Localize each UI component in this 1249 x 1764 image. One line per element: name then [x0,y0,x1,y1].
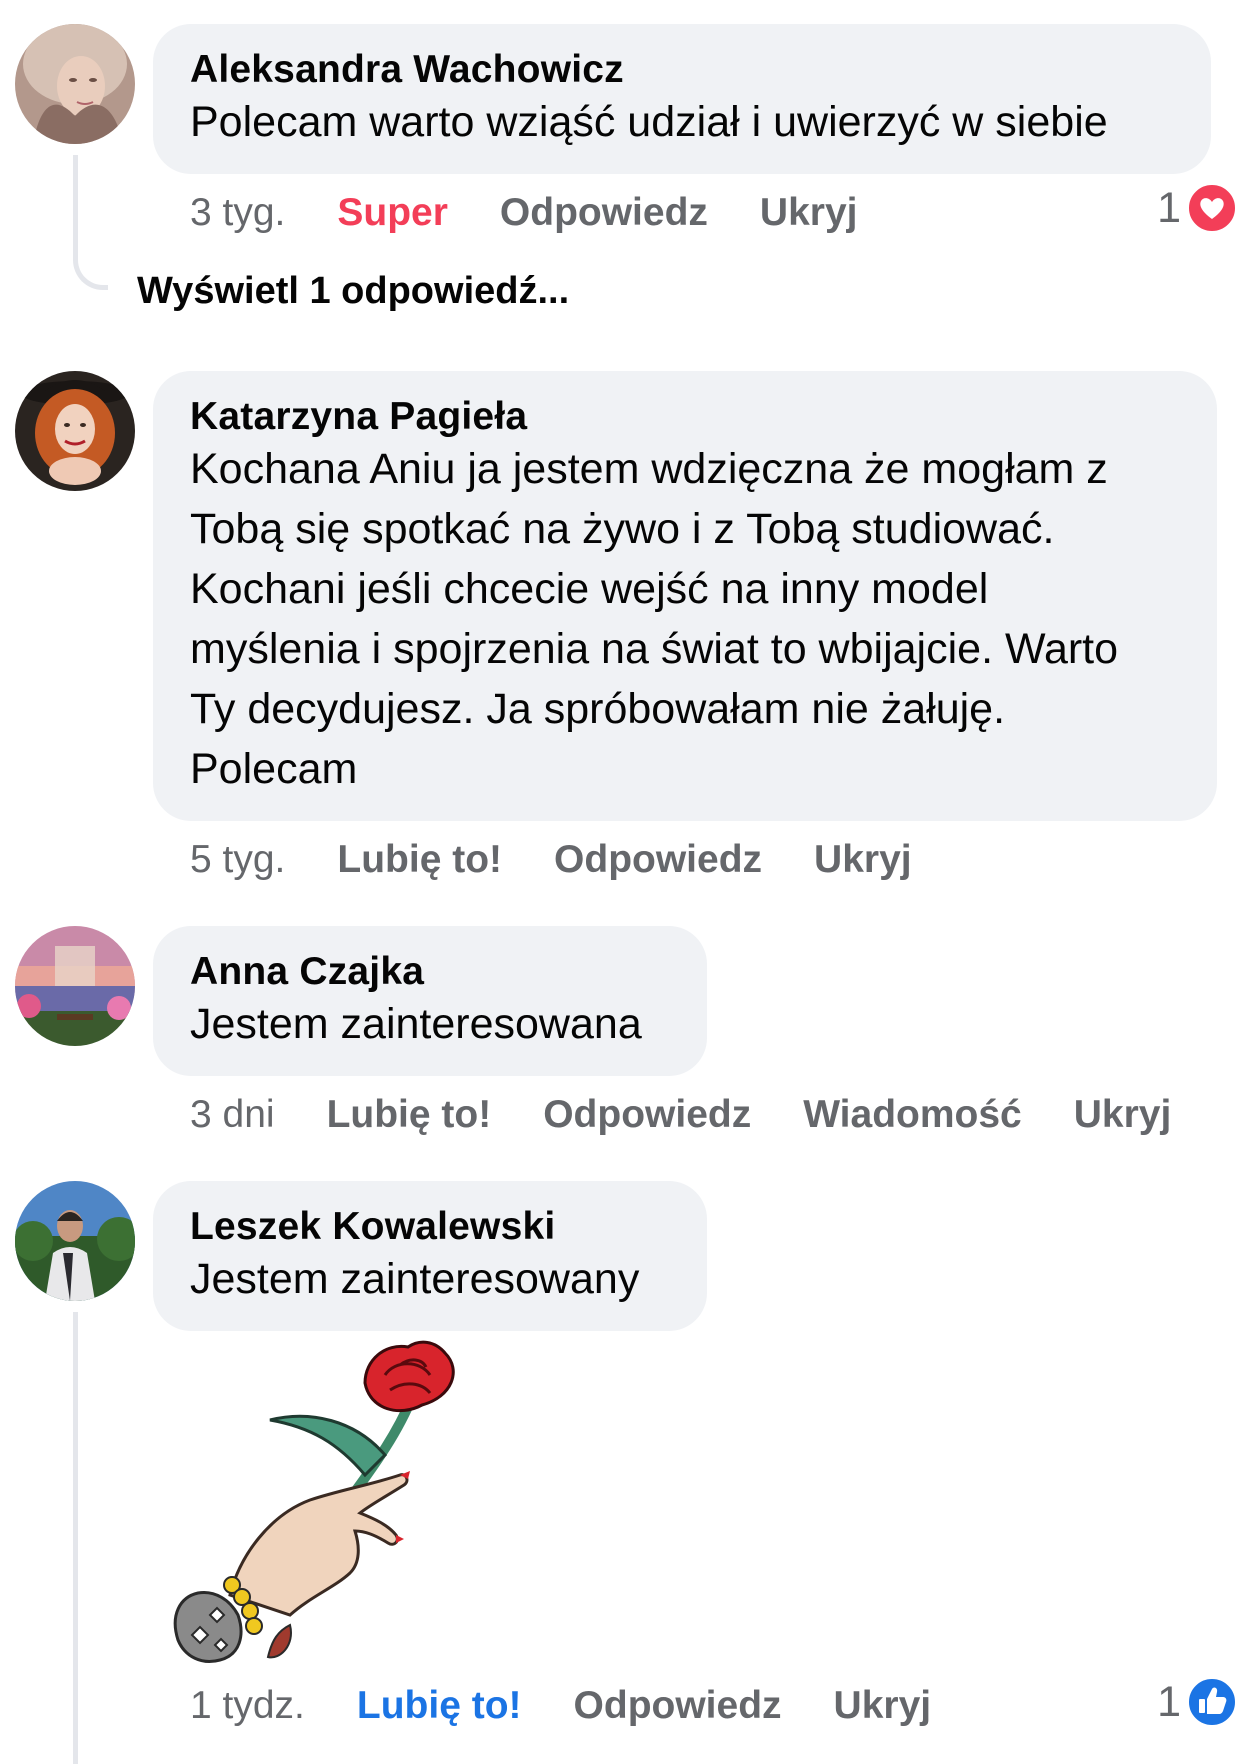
comment-author[interactable]: Anna Czajka [190,950,670,994]
avatar[interactable] [15,371,135,491]
comment-text: Polecam warto wziąść udział i uwierzyć w… [190,98,1108,146]
comment-timestamp[interactable]: 3 tyg. [190,191,285,235]
reaction-summary[interactable]: 1 [1157,180,1237,236]
thread-line [73,155,108,290]
hide-button[interactable]: Ukryj [1074,1093,1172,1137]
comment-actions: 3 tyg. Super Odpowiedz Ukryj [190,188,909,238]
reply-button[interactable]: Odpowiedz [554,838,762,882]
reaction-summary[interactable]: 1 [1157,1674,1237,1730]
view-replies-link[interactable]: Wyświetl 1 odpowiedź... [137,270,569,313]
comment-actions: 3 dni Lubię to! Odpowiedz Wiadomość Ukry… [190,1090,1223,1140]
comment-timestamp[interactable]: 3 dni [190,1093,275,1137]
comment-actions: 1 tydz. Lubię to! Odpowiedz Ukryj [190,1681,983,1731]
comment-text: Jestem zainteresowana [190,1000,642,1048]
comment-bubble: Anna Czajka Jestem zainteresowana [153,926,707,1076]
comment-bubble: Katarzyna Pagieła Kochana Aniu ja jestem… [153,371,1217,821]
comment-timestamp[interactable]: 5 tyg. [190,838,285,882]
comment-actions: 5 tyg. Lubię to! Odpowiedz Ukryj [190,835,964,885]
hide-button[interactable]: Ukryj [834,1684,932,1728]
heart-icon [1187,183,1237,233]
comment-bubble: Aleksandra Wachowicz Polecam warto wziąś… [153,24,1211,174]
hide-button[interactable]: Ukryj [814,838,912,882]
comment-text: Jestem zainteresowany [190,1255,640,1303]
comment-author[interactable]: Katarzyna Pagieła [190,395,1180,439]
comment-bubble: Leszek Kowalewski Jestem zainteresowany [153,1181,707,1331]
reply-button[interactable]: Odpowiedz [500,191,708,235]
reply-button[interactable]: Odpowiedz [543,1093,751,1137]
super-reaction-button[interactable]: Super [337,191,448,235]
message-button[interactable]: Wiadomość [803,1093,1022,1137]
comment-author[interactable]: Leszek Kowalewski [190,1205,670,1249]
reaction-count: 1 [1157,1677,1181,1726]
like-button[interactable]: Lubię to! [337,838,502,882]
reaction-count: 1 [1157,183,1181,232]
hide-button[interactable]: Ukryj [760,191,858,235]
avatar[interactable] [15,1181,135,1301]
comment-timestamp[interactable]: 1 tydz. [190,1684,305,1728]
reply-button[interactable]: Odpowiedz [574,1684,782,1728]
like-button[interactable]: Lubię to! [357,1684,522,1728]
comment-text: Kochana Aniu ja jestem wdzięczna że mogł… [190,445,1119,793]
avatar[interactable] [15,24,135,144]
comment-author[interactable]: Aleksandra Wachowicz [190,48,1174,92]
thread-line [73,1312,78,1764]
like-button[interactable]: Lubię to! [327,1093,492,1137]
avatar[interactable] [15,926,135,1046]
hand-holding-rose-sticker[interactable] [160,1335,480,1665]
thumbs-up-icon [1187,1677,1237,1727]
